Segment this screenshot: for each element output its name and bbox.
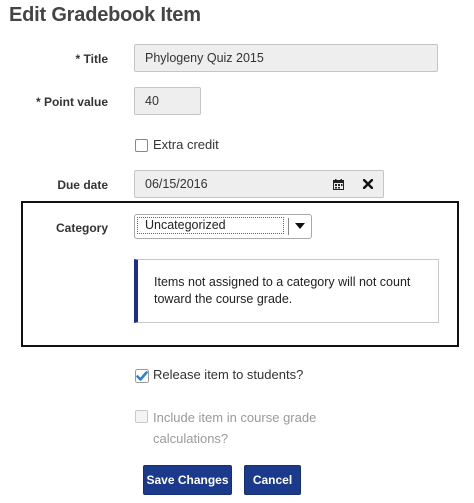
extra-credit-label: Extra credit bbox=[153, 137, 219, 152]
clear-date-button[interactable] bbox=[353, 170, 384, 198]
include-checkbox[interactable] bbox=[135, 410, 148, 423]
category-select-value: Uncategorized bbox=[137, 217, 284, 234]
title-input[interactable]: Phylogeny Quiz 2015 bbox=[134, 44, 438, 72]
checkmark-icon bbox=[135, 369, 149, 383]
page-title: Edit Gradebook Item bbox=[9, 4, 201, 26]
due-date-input-value: 06/15/2016 bbox=[145, 177, 208, 191]
due-date-label: Due date bbox=[57, 178, 108, 192]
extra-credit-checkbox[interactable] bbox=[135, 139, 148, 152]
category-info-callout: Items not assigned to a category will no… bbox=[134, 259, 439, 323]
point-value-input[interactable]: 40 bbox=[134, 87, 201, 115]
release-checkbox[interactable] bbox=[135, 369, 149, 383]
category-info-text: Items not assigned to a category will no… bbox=[154, 275, 411, 306]
due-date-input[interactable]: 06/15/2016 bbox=[134, 170, 324, 198]
chevron-down-icon bbox=[295, 223, 305, 229]
point-value-label: * Point value bbox=[35, 95, 108, 109]
include-label: Include item in course grade calculation… bbox=[153, 410, 317, 446]
save-changes-button[interactable]: Save Changes bbox=[143, 465, 232, 495]
calendar-icon bbox=[332, 178, 344, 190]
category-label: Category bbox=[55, 221, 108, 235]
close-icon bbox=[363, 179, 373, 189]
point-value-input-value: 40 bbox=[145, 94, 159, 108]
title-label: * Title bbox=[75, 52, 108, 66]
cancel-button[interactable]: Cancel bbox=[244, 465, 301, 495]
select-divider bbox=[288, 218, 289, 235]
calendar-button[interactable] bbox=[323, 170, 354, 198]
title-input-value: Phylogeny Quiz 2015 bbox=[145, 51, 264, 65]
category-select[interactable]: Uncategorized bbox=[134, 214, 312, 239]
release-label: Release item to students? bbox=[153, 367, 304, 382]
